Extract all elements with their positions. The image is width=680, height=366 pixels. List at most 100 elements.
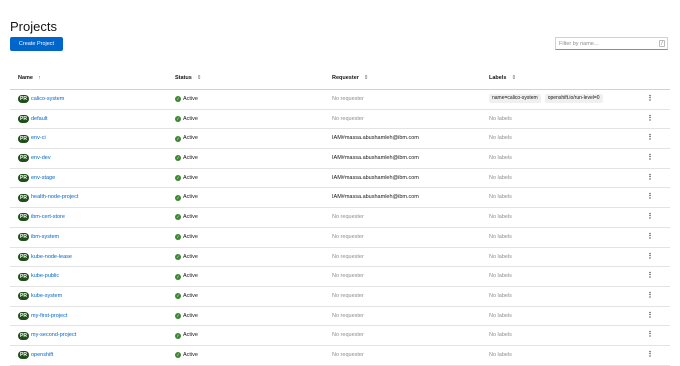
labels-text: No labels xyxy=(489,115,512,122)
row-actions[interactable]: ⋮ xyxy=(646,90,654,109)
kebab-menu-icon[interactable]: ⋮ xyxy=(647,213,654,220)
row-actions[interactable]: ⋮ xyxy=(646,287,654,306)
project-link[interactable]: kube-public xyxy=(31,273,59,279)
name-cell: PR kube-public xyxy=(18,267,59,286)
kebab-menu-icon[interactable]: ⋮ xyxy=(647,193,654,200)
status-cell: ✓ Active xyxy=(175,149,198,168)
kebab-menu-icon[interactable]: ⋮ xyxy=(647,233,654,240)
row-actions[interactable]: ⋮ xyxy=(646,110,654,129)
labels-cell: No labels xyxy=(489,326,512,345)
label-chip[interactable]: openshift.io/run-level=0 xyxy=(544,94,603,104)
project-link[interactable]: kube-system xyxy=(31,293,62,299)
labels-text: No labels xyxy=(489,253,512,260)
project-badge: PR xyxy=(18,95,29,104)
labels-cell: No labels xyxy=(489,208,512,227)
kebab-menu-icon[interactable]: ⋮ xyxy=(647,253,654,260)
row-actions[interactable]: ⋮ xyxy=(646,129,654,148)
requester-cell: IAM#massa.abushamleh@ibm.com xyxy=(332,174,419,181)
kebab-menu-icon[interactable]: ⋮ xyxy=(647,154,654,161)
table-row: PR kube-system ✓ Active No requester No label… xyxy=(10,287,670,307)
project-badge: PR xyxy=(18,292,29,301)
project-badge: PR xyxy=(18,193,29,202)
check-circle-icon: ✓ xyxy=(175,253,181,260)
row-actions[interactable]: ⋮ xyxy=(646,307,654,326)
row-actions[interactable]: ⋮ xyxy=(646,267,654,286)
sort-icon: ⇕ xyxy=(196,75,202,81)
project-link[interactable]: my-first-project xyxy=(31,313,67,319)
row-actions[interactable]: ⋮ xyxy=(646,188,654,207)
project-link[interactable]: health-node-project xyxy=(31,194,78,200)
name-cell: PR default xyxy=(18,110,48,129)
project-badge: PR xyxy=(18,174,29,183)
requester-cell: No requester xyxy=(332,214,364,221)
kebab-menu-icon[interactable]: ⋮ xyxy=(647,312,654,319)
projects-table-body: PR calico-system ✓ Active No requester name=c… xyxy=(10,90,670,366)
labels-cell: No labels xyxy=(489,248,512,267)
project-badge: PR xyxy=(18,252,29,261)
project-link[interactable]: env-stage xyxy=(31,175,55,181)
column-header-label: Name xyxy=(18,75,33,81)
name-cell: PR env-ci xyxy=(18,129,46,148)
status-text: Active xyxy=(183,96,198,102)
project-link[interactable]: openshift xyxy=(31,352,53,358)
kebab-menu-icon[interactable]: ⋮ xyxy=(647,272,654,279)
labels-text: No labels xyxy=(489,214,512,221)
requester-cell: No requester xyxy=(332,351,364,358)
kebab-menu-icon[interactable]: ⋮ xyxy=(647,134,654,141)
column-header-status[interactable]: Status ⇕ xyxy=(175,75,201,81)
labels-cell: name=calico-system openshift.io/run-level… xyxy=(489,90,607,109)
kebab-menu-icon[interactable]: ⋮ xyxy=(647,292,654,299)
project-link[interactable]: calico-system xyxy=(31,96,64,102)
column-header-labels[interactable]: Labels ⇕ xyxy=(489,75,516,81)
status-cell: ✓ Active xyxy=(175,110,198,129)
row-actions[interactable]: ⋮ xyxy=(646,346,654,365)
status-cell: ✓ Active xyxy=(175,287,198,306)
label-chip[interactable]: name=calico-system xyxy=(489,94,541,104)
check-circle-icon: ✓ xyxy=(175,96,181,103)
row-actions[interactable]: ⋮ xyxy=(646,149,654,168)
column-header-requester[interactable]: Requester ⇕ xyxy=(332,75,369,81)
project-link[interactable]: ibm-system xyxy=(31,234,59,240)
project-link[interactable]: env-dev xyxy=(31,155,51,161)
name-cell: PR openshift xyxy=(18,346,53,365)
name-cell: PR env-stage xyxy=(18,169,55,188)
project-badge: PR xyxy=(18,272,29,281)
filter-input[interactable] xyxy=(559,38,654,49)
kebab-menu-icon[interactable]: ⋮ xyxy=(647,174,654,181)
filter-box[interactable]: / xyxy=(555,37,668,50)
kebab-menu-icon[interactable]: ⋮ xyxy=(647,331,654,338)
table-row: PR my-second-project ✓ Active No requester No… xyxy=(10,326,670,346)
row-actions[interactable]: ⋮ xyxy=(646,169,654,188)
create-project-button[interactable]: Create Project xyxy=(10,37,63,51)
table-row: PR openshift ✓ Active No requester No labels ⋮ xyxy=(10,346,670,366)
project-link[interactable]: my-second-project xyxy=(31,332,76,338)
kebab-menu-icon[interactable]: ⋮ xyxy=(647,115,654,122)
status-cell: ✓ Active xyxy=(175,228,198,247)
check-circle-icon: ✓ xyxy=(175,293,181,300)
table-row: PR default ✓ Active No requester No labels ⋮ xyxy=(10,110,670,130)
project-link[interactable]: ibm-cert-store xyxy=(31,214,65,220)
kebab-menu-icon[interactable]: ⋮ xyxy=(647,351,654,358)
column-header-name[interactable]: Name ↑ xyxy=(18,75,41,81)
status-cell: ✓ Active xyxy=(175,307,198,326)
name-cell: PR env-dev xyxy=(18,149,51,168)
requester-cell: No requester xyxy=(332,233,364,240)
status-text: Active xyxy=(183,214,198,221)
labels-cell: No labels xyxy=(489,307,512,326)
labels-cell: No labels xyxy=(489,267,512,286)
table-row: PR env-stage ✓ Active IAM#massa.abushamleh@i… xyxy=(10,169,670,189)
check-circle-icon: ✓ xyxy=(175,332,181,339)
row-actions[interactable]: ⋮ xyxy=(646,208,654,227)
kebab-menu-icon[interactable]: ⋮ xyxy=(647,95,654,102)
row-actions[interactable]: ⋮ xyxy=(646,326,654,345)
check-circle-icon: ✓ xyxy=(175,312,181,319)
row-actions[interactable]: ⋮ xyxy=(646,248,654,267)
project-link[interactable]: kube-node-lease xyxy=(31,254,72,260)
project-link[interactable]: env-ci xyxy=(31,135,46,141)
name-cell: PR health-node-project xyxy=(18,188,78,207)
labels-text: No labels xyxy=(489,292,512,299)
status-cell: ✓ Active xyxy=(175,129,198,148)
row-actions[interactable]: ⋮ xyxy=(646,228,654,247)
project-link[interactable]: default xyxy=(31,116,48,122)
status-cell: ✓ Active xyxy=(175,346,198,365)
